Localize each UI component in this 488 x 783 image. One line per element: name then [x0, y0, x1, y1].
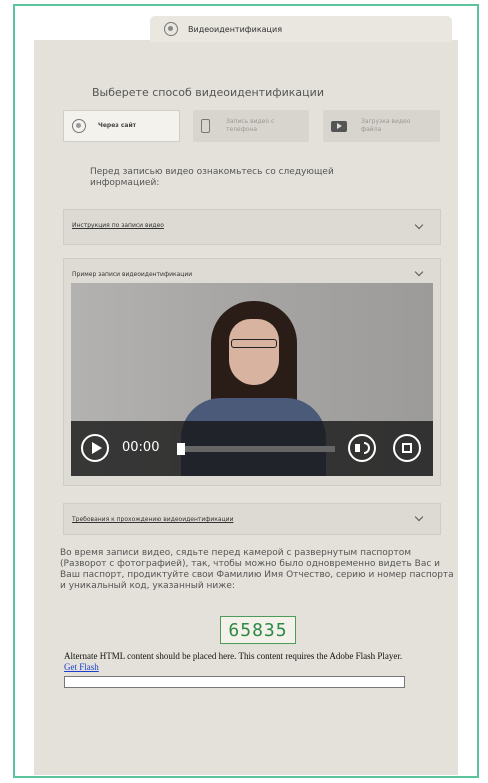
- flash-placeholder-box: [64, 676, 405, 688]
- method-upload-button[interactable]: Загрузка видео файла: [323, 110, 440, 142]
- person-glasses: [231, 339, 277, 348]
- accordion-requirements[interactable]: Требования к прохождению видеоидентифика…: [63, 503, 441, 535]
- video-file-icon: [331, 120, 347, 132]
- flash-fallback-text: Alternate HTML content should be placed …: [64, 651, 414, 673]
- flash-fallback-message: Alternate HTML content should be placed …: [64, 651, 403, 661]
- method-via-site-button[interactable]: Через сайт: [63, 110, 180, 142]
- recording-instructions-text: Во время записи видео, сядьте перед каме…: [60, 548, 454, 591]
- tab-video-identification[interactable]: Видеоидентификация: [150, 16, 452, 42]
- video-progress-bar[interactable]: [177, 443, 335, 455]
- chevron-down-icon[interactable]: [414, 512, 424, 522]
- chevron-down-icon[interactable]: [414, 220, 424, 230]
- accordion-title[interactable]: Требования к прохождению видеоидентифика…: [72, 516, 233, 523]
- volume-button[interactable]: [348, 434, 376, 462]
- video-controls: 00:00: [71, 421, 433, 476]
- fullscreen-button[interactable]: [393, 434, 421, 462]
- webcam-icon: [164, 22, 178, 36]
- play-button[interactable]: [81, 434, 109, 462]
- progress-knob[interactable]: [177, 443, 185, 455]
- intro-text: Перед записью видео ознакомьтесь со след…: [90, 167, 334, 188]
- method-label: Загрузка видео файла: [361, 118, 411, 133]
- accordion-title[interactable]: Пример записи видеоидентификации: [72, 271, 192, 278]
- person-face: [229, 319, 279, 385]
- method-label: Через сайт: [98, 122, 137, 129]
- method-selection-title: Выберете способ видеоидентификации: [92, 86, 324, 99]
- video-time: 00:00: [122, 440, 160, 455]
- accordion-title[interactable]: Инструкция по записи видео: [72, 222, 164, 229]
- webcam-icon: [72, 119, 86, 133]
- accordion-recording-instructions[interactable]: Инструкция по записи видео: [63, 209, 441, 245]
- video-player[interactable]: 00:00: [71, 283, 433, 476]
- method-label: Запись видео с телефона: [226, 118, 275, 133]
- get-flash-link[interactable]: Get Flash: [64, 662, 99, 672]
- tab-label: Видеоидентификация: [188, 24, 283, 34]
- unique-code: 65835: [220, 616, 296, 644]
- chevron-down-icon[interactable]: [414, 267, 424, 277]
- method-phone-button[interactable]: Запись видео с телефона: [193, 110, 309, 142]
- phone-icon: [201, 119, 210, 133]
